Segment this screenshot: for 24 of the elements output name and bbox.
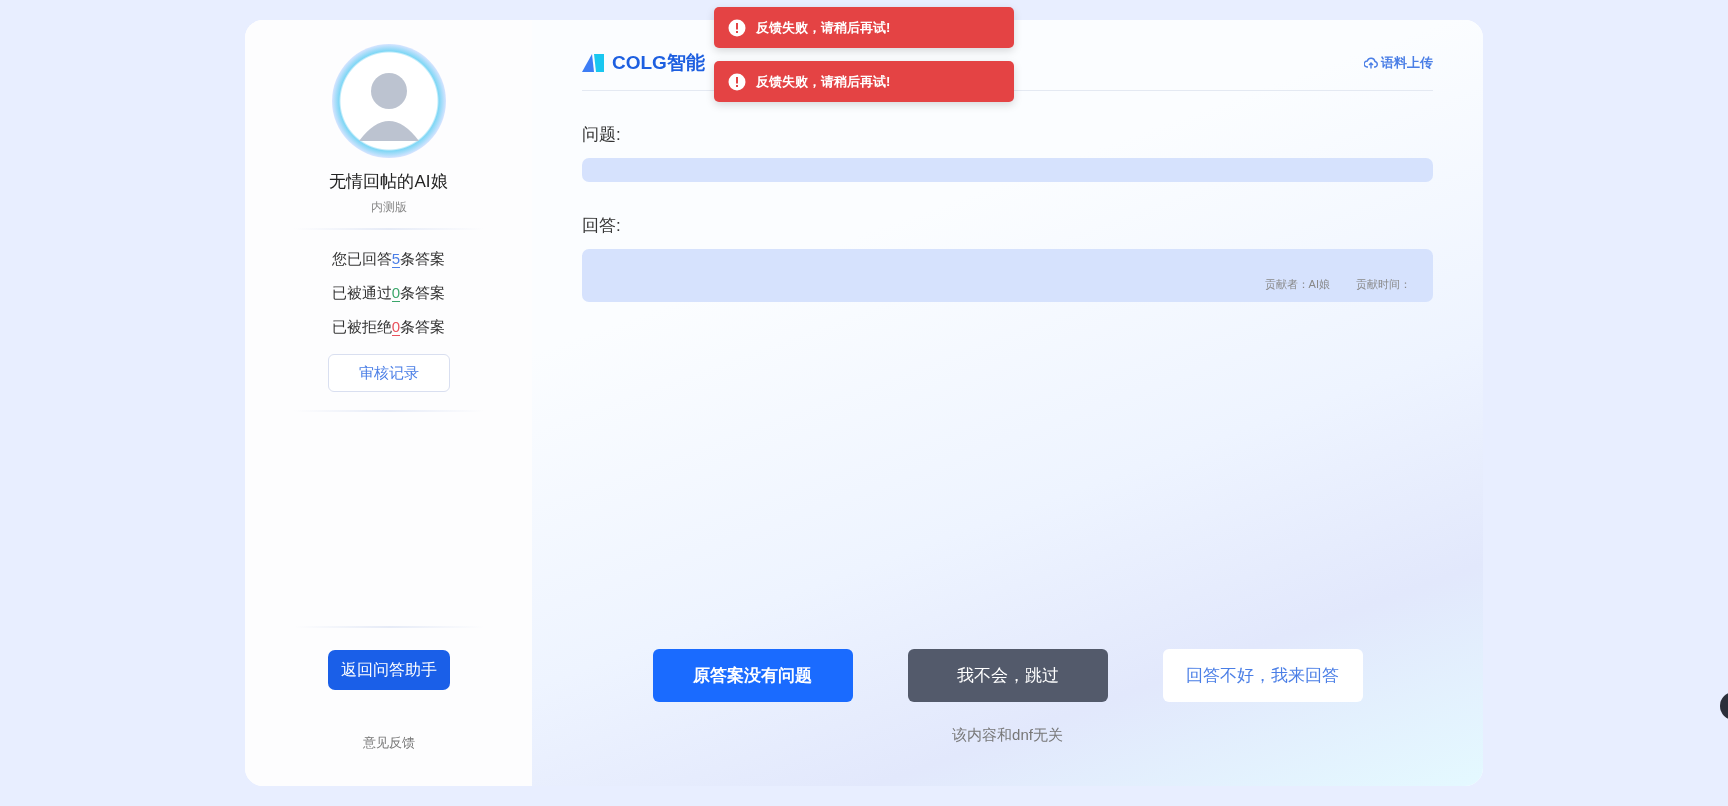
back-button[interactable]: 返回问答助手: [327, 650, 450, 690]
feedback-link[interactable]: 意见反馈: [362, 734, 415, 752]
warning-icon: [728, 72, 746, 91]
logo-icon: [582, 54, 604, 72]
upload-icon: [1364, 57, 1378, 69]
warning-icon: [728, 18, 746, 37]
review-history-button[interactable]: 审核记录: [327, 354, 450, 392]
user-name: 无情回帖的AI娘: [329, 171, 448, 193]
answer-label: 回答:: [582, 215, 622, 237]
question-label: 问题:: [582, 124, 622, 146]
toast-message: 反馈失败，请稍后再试!: [756, 18, 891, 37]
stat-text: 已被拒绝0条答案: [331, 317, 446, 337]
action-button[interactable]: 我不会，跳过: [907, 649, 1108, 702]
toast-message: 反馈失败，请稍后再试!: [756, 72, 891, 91]
action-button[interactable]: 回答不好，我来回答: [1162, 649, 1363, 702]
contributor-text: 贡献者：AI娘: [1264, 277, 1330, 292]
version-label: 内测版: [370, 199, 407, 216]
action-button[interactable]: 原答案没有问题: [652, 649, 853, 702]
page-title: COLG智能: [612, 51, 705, 75]
stat-text: 您已回答5条答案: [331, 249, 446, 269]
stat-text: 已被通过0条答案: [331, 283, 446, 303]
contribution-time-text: 贡献时间：: [1356, 277, 1411, 292]
upload-link[interactable]: 语料上传: [1364, 54, 1433, 72]
irrelevant-link[interactable]: 该内容和dnf无关: [952, 726, 1063, 745]
